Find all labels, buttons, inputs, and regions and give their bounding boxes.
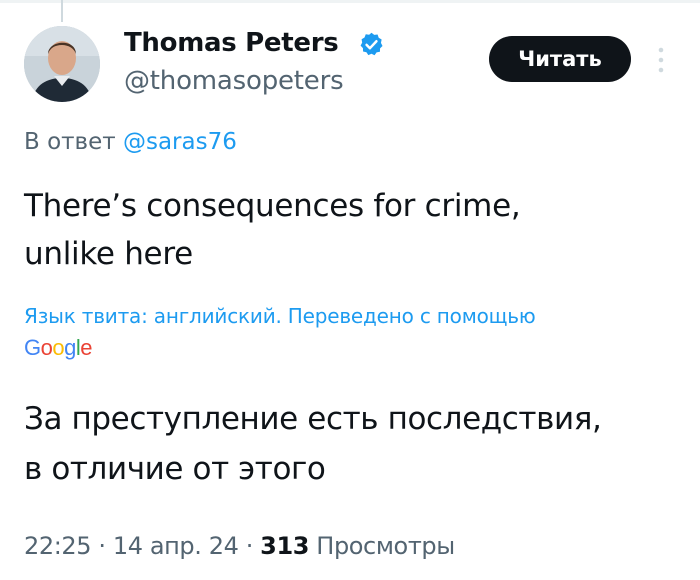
meta-separator: ·	[238, 532, 261, 560]
avatar[interactable]	[24, 26, 100, 102]
follow-button[interactable]: Читать	[489, 36, 631, 82]
translated-text-line: в отличие от этого	[24, 451, 326, 487]
verified-badge-icon[interactable]	[358, 31, 385, 58]
translated-text: За преступление есть последствия, в отли…	[24, 394, 674, 494]
views-count: 313	[260, 532, 310, 560]
meta-separator: ·	[91, 532, 113, 560]
google-logo: Google	[24, 335, 93, 360]
views-label: Просмотры	[309, 532, 455, 560]
tweet-text: There’s consequences for crime, unlike h…	[24, 182, 674, 278]
reply-context: В ответ @saras76	[24, 129, 237, 155]
tweet-text-line: There’s consequences for crime,	[24, 188, 521, 224]
reply-mention-link[interactable]: @saras76	[123, 129, 237, 155]
translation-note-link[interactable]: Язык твита: английский. Переведено с пом…	[24, 304, 536, 328]
translated-text-line: За преступление есть последствия,	[24, 401, 602, 437]
author-handle[interactable]: @thomasopeters	[124, 66, 344, 96]
thread-connector-line	[61, 0, 63, 22]
tweet-metadata: 22:25 · 14 апр. 24 · 313 Просмотры	[24, 532, 455, 560]
more-options-icon[interactable]	[657, 46, 665, 74]
person-photo-icon	[24, 26, 100, 102]
author-display-name[interactable]: Thomas Peters	[124, 28, 339, 58]
tweet-time-link[interactable]: 22:25	[24, 532, 92, 560]
tweet-text-line: unlike here	[24, 236, 193, 272]
tweet-date-link[interactable]: 14 апр. 24	[113, 532, 239, 560]
top-divider	[0, 0, 700, 3]
reply-prefix: В ответ	[24, 129, 123, 155]
